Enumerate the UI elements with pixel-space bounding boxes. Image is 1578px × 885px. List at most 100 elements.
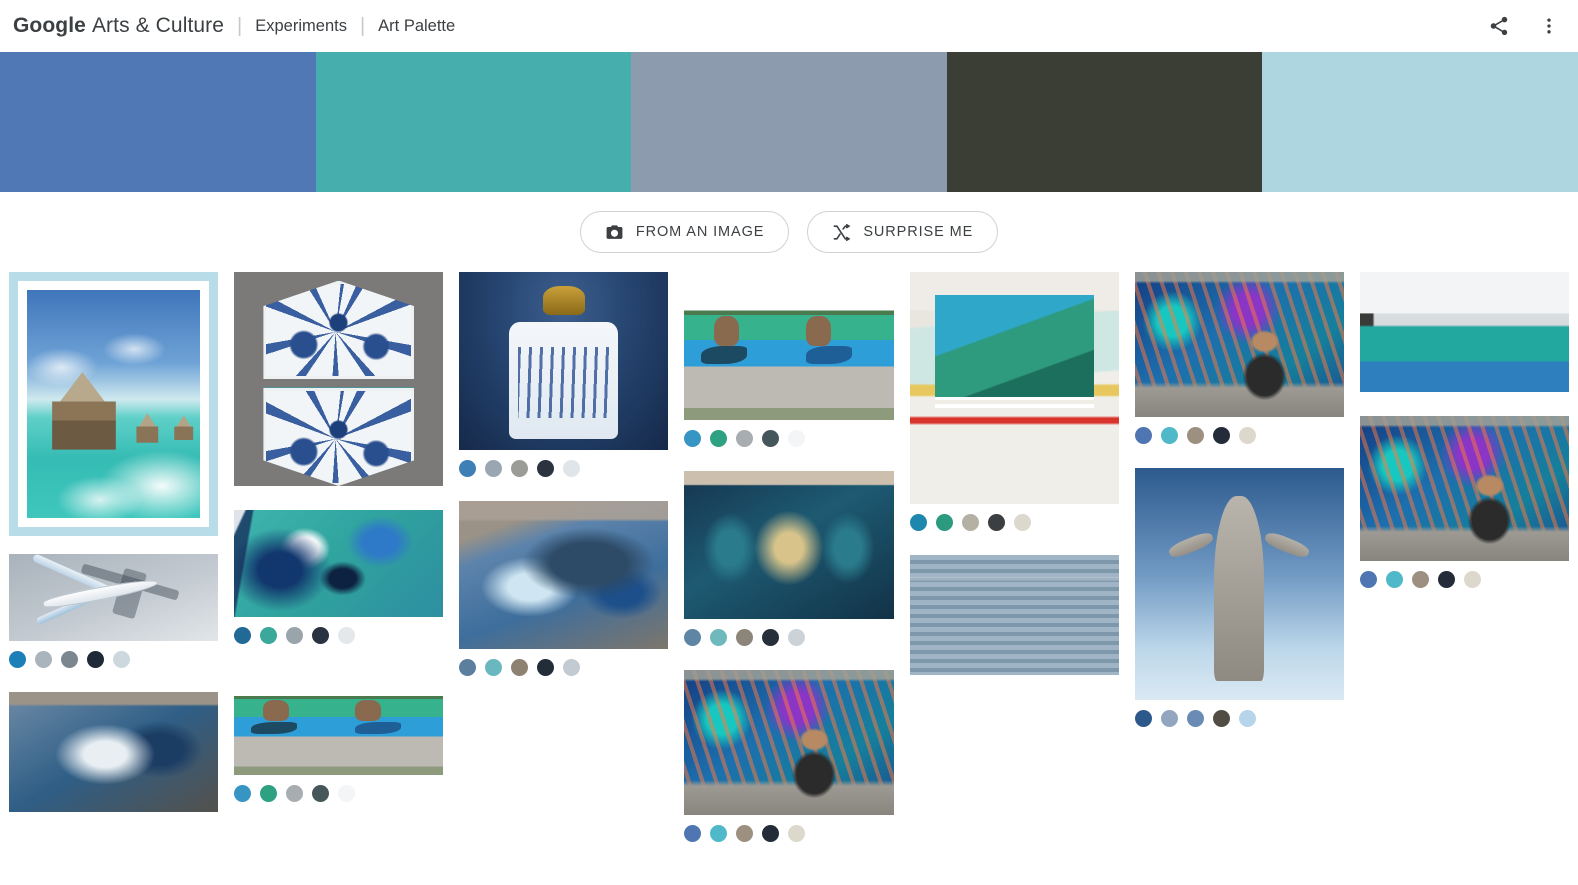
palette-dot-4[interactable] (1212, 710, 1230, 727)
result-thumbnail[interactable] (9, 692, 219, 812)
palette-dot-2[interactable] (1385, 571, 1403, 588)
palette-dot-3[interactable] (736, 430, 754, 447)
result-abstract-painting[interactable] (234, 510, 444, 644)
palette-dot-5[interactable] (788, 430, 806, 447)
share-icon[interactable] (1486, 13, 1512, 39)
result-thumbnail[interactable] (684, 272, 894, 420)
result-tiles[interactable] (234, 272, 444, 486)
featured-thumbnail[interactable] (27, 290, 201, 518)
palette-dot-3[interactable] (1411, 571, 1429, 588)
palette-dot-1[interactable] (909, 514, 927, 531)
palette-dot-2[interactable] (485, 659, 503, 676)
result-street-dark[interactable] (9, 692, 219, 812)
palette-dot-5[interactable] (1238, 427, 1256, 444)
swatch-2[interactable] (315, 52, 632, 192)
result-terracotta-figure[interactable] (1134, 468, 1344, 727)
palette-dot-2[interactable] (710, 825, 728, 842)
palette-dot-4[interactable] (762, 629, 780, 646)
palette-dot-2[interactable] (260, 627, 278, 644)
result-person-mural-1[interactable] (684, 670, 894, 842)
palette-dot-1[interactable] (1359, 571, 1377, 588)
palette-dot-1[interactable] (459, 659, 477, 676)
more-vert-icon[interactable] (1536, 13, 1562, 39)
palette-dot-5[interactable] (113, 651, 130, 668)
palette-dot-5[interactable] (1463, 571, 1481, 588)
palette-dot-3[interactable] (961, 514, 979, 531)
result-shark-mural[interactable] (459, 501, 669, 676)
palette-dot-4[interactable] (762, 430, 780, 447)
result-print-stack[interactable] (909, 272, 1119, 531)
result-thumbnail[interactable] (1134, 468, 1344, 700)
palette-dot-4[interactable] (1437, 571, 1455, 588)
result-thumbnail[interactable] (684, 670, 894, 815)
result-korea-building[interactable] (909, 555, 1119, 675)
nav-experiments[interactable]: Experiments (255, 17, 347, 36)
result-thumbnail[interactable] (459, 501, 669, 649)
palette-dot-2[interactable] (710, 430, 728, 447)
palette-dot-2[interactable] (1160, 427, 1178, 444)
palette-dot-3[interactable] (511, 460, 529, 477)
result-thumbnail[interactable] (234, 510, 444, 617)
result-fishwall-a[interactable] (234, 668, 444, 802)
palette-dot-2[interactable] (1160, 710, 1178, 727)
palette-dot-3[interactable] (1186, 427, 1204, 444)
palette-dot-4[interactable] (762, 825, 780, 842)
result-fishwall-b[interactable] (684, 272, 894, 447)
result-thumbnail[interactable] (1359, 416, 1569, 561)
result-person-mural-2[interactable] (1134, 272, 1344, 444)
result-thumbnail[interactable] (684, 471, 894, 619)
palette-dot-3[interactable] (511, 659, 529, 676)
palette-dot-1[interactable] (684, 825, 702, 842)
palette-dot-5[interactable] (788, 629, 806, 646)
palette-dot-5[interactable] (788, 825, 806, 842)
palette-dot-5[interactable] (1013, 514, 1031, 531)
palette-dot-3[interactable] (1186, 710, 1204, 727)
palette-dot-1[interactable] (1134, 710, 1152, 727)
palette-dot-2[interactable] (485, 460, 503, 477)
palette-dot-5[interactable] (338, 627, 356, 644)
palette-dot-5[interactable] (563, 460, 581, 477)
result-ornate-mural[interactable] (684, 471, 894, 646)
palette-dot-3[interactable] (286, 785, 304, 802)
palette-dot-1[interactable] (234, 785, 252, 802)
palette-dot-4[interactable] (1212, 427, 1230, 444)
palette-dot-4[interactable] (312, 785, 330, 802)
swatch-3[interactable] (631, 52, 947, 192)
result-plane[interactable] (9, 554, 219, 668)
palette-dot-2[interactable] (35, 651, 52, 668)
palette-dot-5[interactable] (338, 785, 356, 802)
palette-dot-1[interactable] (1134, 427, 1152, 444)
result-thumbnail[interactable] (909, 555, 1119, 675)
palette-dot-3[interactable] (61, 651, 78, 668)
surprise-me-button[interactable]: SURPRISE ME (807, 211, 999, 253)
palette-dot-1[interactable] (684, 430, 702, 447)
palette-dot-1[interactable] (684, 629, 702, 646)
palette-dot-4[interactable] (987, 514, 1005, 531)
palette-dot-3[interactable] (736, 629, 754, 646)
palette-dot-3[interactable] (736, 825, 754, 842)
result-blue-vase[interactable] (459, 272, 669, 477)
result-thumbnail[interactable] (909, 272, 1119, 504)
palette-dot-2[interactable] (935, 514, 953, 531)
result-thumbnail[interactable] (459, 272, 669, 450)
featured-result[interactable] (9, 272, 219, 536)
brand-logo[interactable]: Google Arts & Culture (13, 14, 224, 38)
swatch-5[interactable] (1262, 52, 1578, 192)
palette-dot-4[interactable] (537, 659, 555, 676)
result-person-mural-3[interactable] (1359, 416, 1569, 588)
from-an-image-button[interactable]: FROM AN IMAGE (579, 211, 790, 253)
palette-dot-3[interactable] (286, 627, 304, 644)
palette-dot-2[interactable] (260, 785, 278, 802)
swatch-4[interactable] (946, 52, 1263, 192)
palette-dot-1[interactable] (234, 627, 252, 644)
result-thumbnail[interactable] (1359, 272, 1569, 392)
swatch-1[interactable] (0, 52, 316, 192)
nav-art-palette[interactable]: Art Palette (378, 17, 455, 36)
result-thumbnail[interactable] (234, 668, 444, 775)
palette-dot-4[interactable] (87, 651, 104, 668)
palette-dot-4[interactable] (312, 627, 330, 644)
result-thumbnail[interactable] (234, 272, 444, 486)
result-thumbnail[interactable] (1134, 272, 1344, 417)
palette-dot-5[interactable] (1238, 710, 1256, 727)
palette-dot-4[interactable] (537, 460, 555, 477)
